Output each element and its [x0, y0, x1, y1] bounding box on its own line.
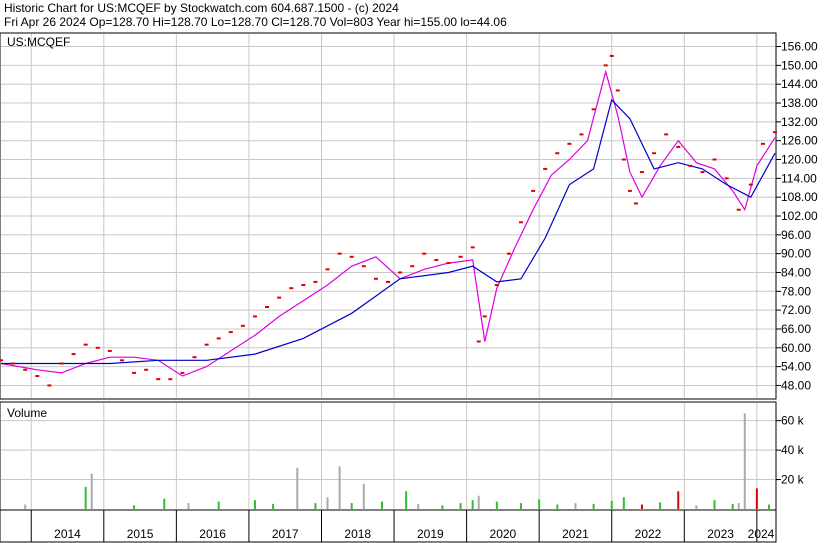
- volume-bar: [441, 505, 444, 509]
- volume-bar: [84, 486, 87, 509]
- volume-bar: [380, 501, 383, 509]
- volume-bar: [24, 504, 27, 509]
- price-tick-label: 144.00: [781, 77, 818, 91]
- volume-bar: [520, 503, 523, 509]
- volume-bar: [767, 504, 770, 509]
- year-label: 2015: [127, 527, 154, 541]
- volume-bar: [90, 473, 93, 509]
- volume-bar: [350, 503, 353, 509]
- volume-bar: [133, 505, 136, 509]
- volume-bar: [659, 502, 662, 509]
- volume-bar: [217, 501, 220, 509]
- price-tick-label: 84.00: [781, 265, 811, 279]
- price-tick-label: 132.00: [781, 115, 818, 129]
- volume-bar: [459, 503, 462, 509]
- volume-bar: [574, 503, 577, 509]
- year-label: 2016: [199, 527, 226, 541]
- volume-bar: [253, 500, 256, 509]
- price-tick-label: 108.00: [781, 190, 818, 204]
- volume-bar: [362, 483, 365, 509]
- year-label: 2024: [748, 527, 775, 541]
- volume-bar: [538, 499, 541, 509]
- price-tick-label: 48.00: [781, 378, 811, 392]
- price-tick-label: 54.00: [781, 360, 811, 374]
- volume-tick-label: 20 k: [781, 473, 805, 487]
- volume-bar: [495, 501, 498, 509]
- price-tick-label: 78.00: [781, 284, 811, 298]
- price-tick-label: 150.00: [781, 58, 818, 72]
- volume-bar: [326, 497, 329, 509]
- volume-bar: [314, 503, 317, 509]
- volume-bar: [622, 497, 625, 509]
- volume-bar: [640, 504, 643, 509]
- volume-bar: [737, 503, 740, 509]
- volume-bar: [163, 498, 166, 509]
- volume-bar: [556, 504, 559, 509]
- year-label: 2014: [54, 527, 81, 541]
- price-tick-label: 114.00: [781, 171, 817, 185]
- volume-bar: [405, 491, 408, 509]
- year-label: 2020: [490, 527, 517, 541]
- year-label: 2021: [562, 527, 589, 541]
- volume-bar: [731, 503, 734, 509]
- volume-bar: [338, 466, 341, 509]
- volume-bar: [471, 500, 474, 509]
- price-panel-title: US:MCQEF: [7, 35, 70, 49]
- price-tick-label: 60.00: [781, 341, 811, 355]
- volume-bar: [610, 500, 613, 509]
- price-tick-label: 66.00: [781, 322, 811, 336]
- price-tick-label: 96.00: [781, 228, 811, 242]
- volume-bar: [755, 488, 758, 509]
- volume-bar: [417, 503, 420, 509]
- year-label: 2017: [272, 527, 299, 541]
- year-label: 2019: [417, 527, 444, 541]
- volume-bar: [592, 503, 595, 509]
- volume-bar: [187, 503, 190, 509]
- price-tick-label: 72.00: [781, 303, 811, 317]
- year-label: 2022: [635, 527, 662, 541]
- price-tick-label: 120.00: [781, 153, 818, 167]
- volume-bar: [677, 491, 680, 509]
- volume-bar: [713, 500, 716, 509]
- price-tick-label: 138.00: [781, 96, 818, 110]
- volume-bar: [296, 467, 299, 509]
- volume-bar: [477, 495, 480, 509]
- price-tick-label: 90.00: [781, 247, 811, 261]
- volume-bar: [695, 505, 698, 509]
- volume-tick-label: 40 k: [781, 443, 805, 457]
- volume-bar: [272, 503, 275, 509]
- stock-chart: 48.00 54.00 60.00 66.00 72.00 78.00 84.00 90.00…: [0, 32, 818, 543]
- year-label: 2018: [344, 527, 371, 541]
- year-label: 2023: [707, 527, 734, 541]
- volume-bar: [743, 413, 746, 509]
- price-tick-label: 102.00: [781, 209, 818, 223]
- price-tick-label: 126.00: [781, 134, 818, 148]
- price-tick-label: 156.00: [781, 40, 818, 54]
- volume-panel-title: Volume: [7, 406, 47, 420]
- volume-panel-frame: [0, 401, 777, 511]
- volume-tick-label: 60 k: [781, 414, 805, 428]
